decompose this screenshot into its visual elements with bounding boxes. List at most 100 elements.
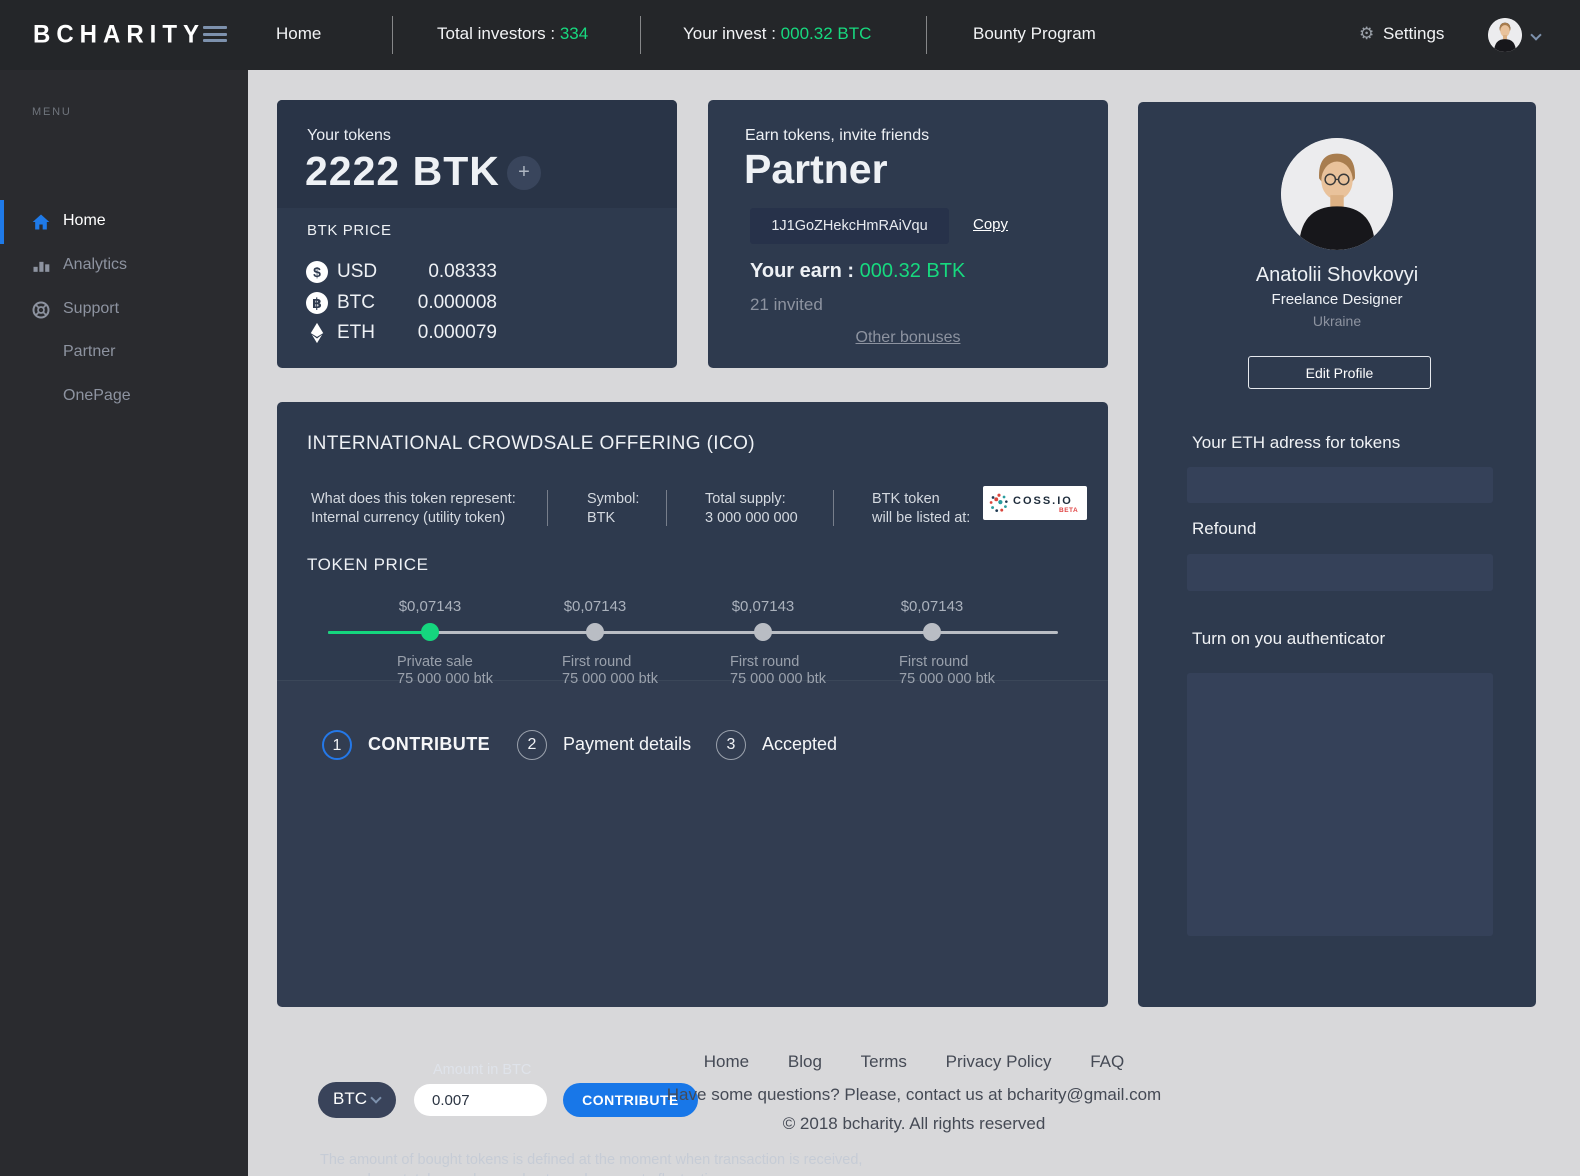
stage-price: $0,07143 [731, 598, 795, 615]
footer-link-privacy[interactable]: Privacy Policy [946, 1052, 1052, 1071]
footer-link-terms[interactable]: Terms [861, 1052, 907, 1071]
step-label: CONTRIBUTE [368, 734, 490, 754]
referral-code-field[interactable]: 1J1GoZHekcHmRAiVqu [750, 208, 949, 244]
sidebar-item-onepage[interactable]: OnePage [0, 375, 248, 419]
bitcoin-icon: ฿ [306, 292, 328, 314]
fact-divider [833, 490, 834, 526]
fact-divider [547, 490, 548, 526]
dollar-icon: $ [306, 261, 328, 283]
fact-listing: BTK token will be listed at: [872, 491, 971, 526]
sidebar-item-partner[interactable]: Partner [0, 331, 248, 375]
step-label: Payment details [563, 734, 692, 754]
your-earn-line: Your earn : 000.32 BTK [750, 260, 965, 283]
avatar-image [1488, 18, 1522, 52]
currency-name: BTC [337, 292, 375, 313]
bar-chart-icon [31, 256, 51, 276]
coss-icon [989, 493, 1008, 512]
slider-dot[interactable] [923, 623, 941, 641]
your-invest-stat: Your invest : 000.32 BTC [683, 24, 871, 44]
sidebar-item-analytics[interactable]: Analytics [0, 244, 248, 288]
currency-value: 0.000079 [417, 322, 497, 343]
app: BCHARITY Home Total investors : 334 Your… [0, 0, 1580, 1176]
sidebar-item-label: Support [63, 300, 120, 317]
price-row-eth: ETH 0.000079 [277, 322, 677, 352]
tokens-amount: 2222 BTK [305, 148, 500, 194]
step-number[interactable]: 3 [716, 730, 746, 760]
your-tokens-card: Your tokens 2222 BTK + BTK PRICE $ USD 0… [277, 100, 677, 368]
step-number[interactable]: 1 [322, 730, 352, 760]
stage-price: $0,07143 [900, 598, 964, 615]
stage-price: $0,07143 [563, 598, 627, 615]
profile-avatar [1281, 138, 1393, 250]
footer-link-faq[interactable]: FAQ [1090, 1052, 1124, 1071]
other-bonuses-link-wrap: Other bonuses [708, 329, 1108, 347]
refound-label: Refound [1192, 519, 1257, 538]
sidebar-item-support[interactable]: Support [0, 288, 248, 332]
copy-button[interactable]: Copy [973, 216, 1008, 233]
stage-name: First round [730, 654, 800, 670]
home-icon [31, 212, 51, 232]
authenticator-panel[interactable] [1187, 673, 1493, 936]
footer-link-blog[interactable]: Blog [788, 1052, 822, 1071]
brand-logo: BCHARITY [33, 20, 205, 49]
total-investors-label: Total investors : [437, 24, 556, 43]
price-row-usd: $ USD 0.08333 [277, 261, 677, 291]
fact-divider [666, 490, 667, 526]
stage-price: $0,07143 [398, 598, 462, 615]
disclaimer-text: The amount of bought tokens is defined a… [320, 1152, 863, 1176]
hamburger-menu-icon[interactable] [203, 26, 227, 44]
ico-card: INTERNATIONAL CROWDSALE OFFERING (ICO) W… [277, 402, 1108, 1176]
eth-address-input[interactable] [1187, 467, 1493, 503]
nav-bounty-program-link[interactable]: Bounty Program [973, 24, 1096, 44]
coss-logo-text: COSS.IO [1013, 495, 1073, 507]
footer-contact: Have some questions? Please, contact us … [666, 1085, 1162, 1104]
slider-dot[interactable] [586, 623, 604, 641]
fact-represent: What does this token represent: Internal … [311, 491, 516, 526]
step-number[interactable]: 2 [517, 730, 547, 760]
earn-label: Your earn : [750, 260, 860, 282]
currency-value: 0.000008 [417, 292, 497, 313]
slider-handle[interactable] [421, 623, 439, 641]
your-invest-value: 000.32 BTC [780, 24, 872, 43]
refound-input[interactable] [1187, 554, 1493, 591]
currency-value: 0.08333 [428, 261, 497, 282]
authenticator-label: Turn on you authenticator [1192, 629, 1386, 648]
currency-name: ETH [337, 322, 375, 343]
footer-copyright: © 2018 bcharity. All rights reserved [782, 1114, 1046, 1133]
your-invest-label: Your invest : [683, 24, 776, 43]
top-navbar: BCHARITY Home Total investors : 334 Your… [0, 0, 1580, 70]
fact-supply: Total supply: 3 000 000 000 [705, 491, 798, 526]
chevron-down-icon[interactable] [1530, 29, 1542, 41]
ethereum-icon [306, 322, 328, 344]
life-ring-icon [31, 300, 51, 320]
edit-profile-button[interactable]: Edit Profile [1248, 356, 1431, 389]
add-tokens-button[interactable]: + [507, 156, 541, 190]
footer: Home Blog Terms Privacy Policy FAQ Have … [248, 1052, 1580, 1134]
user-avatar[interactable] [1488, 18, 1522, 52]
gear-icon: ⚙ [1359, 24, 1375, 43]
stage-name: First round [899, 654, 969, 670]
slider-dot[interactable] [754, 623, 772, 641]
settings-button[interactable]: ⚙ Settings [1359, 24, 1445, 44]
footer-link-home[interactable]: Home [704, 1052, 749, 1071]
eth-address-label: Your ETH adress for tokens [1192, 433, 1401, 452]
nav-home-link[interactable]: Home [276, 24, 321, 44]
sidebar-item-home[interactable]: Home [0, 200, 248, 244]
nav-divider [640, 16, 641, 54]
sidebar-item-label: Partner [63, 343, 116, 360]
profile-card: Anatolii Shovkovyi Freelance Designer Uk… [1138, 102, 1536, 1007]
ico-title: INTERNATIONAL CROWDSALE OFFERING (ICO) [307, 433, 755, 454]
slider-progress [328, 631, 430, 634]
fact-symbol: Symbol: BTK [587, 491, 640, 526]
token-price-title: TOKEN PRICE [307, 555, 429, 574]
nav-divider [392, 16, 393, 54]
sidebar: MENU Home Analytics Support Partner OneP… [0, 70, 248, 1176]
other-bonuses-link[interactable]: Other bonuses [856, 329, 961, 346]
partner-title: Partner [744, 146, 888, 192]
partner-subtitle: Earn tokens, invite friends [745, 127, 930, 144]
settings-label: Settings [1383, 24, 1445, 43]
avatar-image [1281, 138, 1393, 250]
total-investors-stat: Total investors : 334 [437, 24, 588, 44]
partner-card: Earn tokens, invite friends Partner 1J1G… [708, 100, 1108, 368]
coss-beta-badge: BETA [1059, 507, 1079, 514]
